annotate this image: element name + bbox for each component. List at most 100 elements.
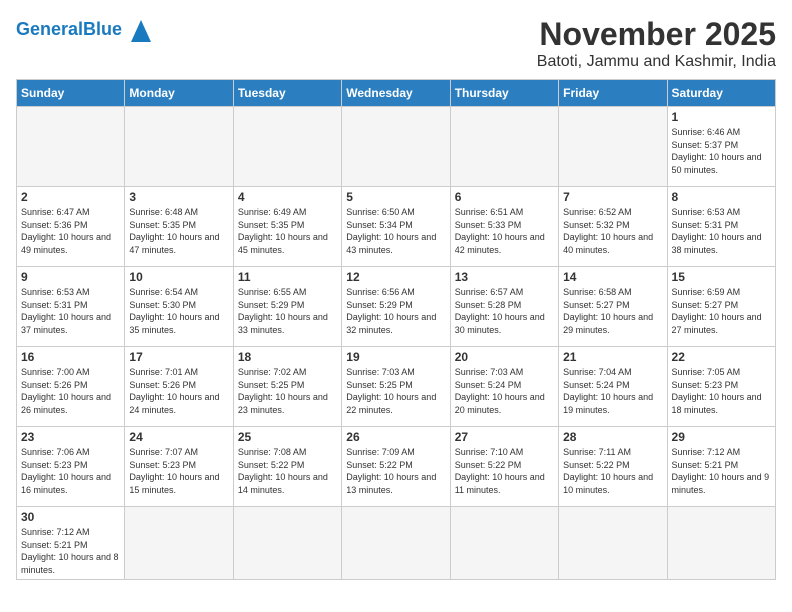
- day-info: Sunrise: 7:05 AM Sunset: 5:23 PM Dayligh…: [672, 366, 771, 416]
- day-info: Sunrise: 6:48 AM Sunset: 5:35 PM Dayligh…: [129, 206, 228, 256]
- day-number: 2: [21, 190, 120, 204]
- day-number: 3: [129, 190, 228, 204]
- logo-general: General: [16, 19, 83, 39]
- calendar-day-cell: [233, 107, 341, 187]
- logo-icon: [126, 16, 156, 42]
- day-number: 1: [672, 110, 771, 124]
- calendar-day-cell: [559, 107, 667, 187]
- day-info: Sunrise: 6:54 AM Sunset: 5:30 PM Dayligh…: [129, 286, 228, 336]
- calendar-day-cell: 10 Sunrise: 6:54 AM Sunset: 5:30 PM Dayli…: [125, 267, 233, 347]
- calendar-day-cell: 27Sunrise: 7:10 AM Sunset: 5:22 PM Dayli…: [450, 427, 558, 507]
- day-number: 26: [346, 430, 445, 444]
- day-info: Sunrise: 6:59 AM Sunset: 5:27 PM Dayligh…: [672, 286, 771, 336]
- calendar-day-cell: 11Sunrise: 6:55 AM Sunset: 5:29 PM Dayli…: [233, 267, 341, 347]
- day-info: Sunrise: 6:53 AM Sunset: 5:31 PM Dayligh…: [672, 206, 771, 256]
- calendar-day-cell: 16Sunrise: 7:00 AM Sunset: 5:26 PM Dayli…: [17, 347, 125, 427]
- calendar-day-cell: 28 Sunrise: 7:11 AM Sunset: 5:22 PM Dayli…: [559, 427, 667, 507]
- weekday-header-friday: Friday: [559, 80, 667, 107]
- day-info: Sunrise: 7:06 AM Sunset: 5:23 PM Dayligh…: [21, 446, 120, 496]
- calendar-day-cell: [450, 107, 558, 187]
- day-info: Sunrise: 7:02 AM Sunset: 5:25 PM Dayligh…: [238, 366, 337, 416]
- day-info: Sunrise: 7:03 AM Sunset: 5:24 PM Dayligh…: [455, 366, 554, 416]
- calendar-day-cell: 9 Sunrise: 6:53 AM Sunset: 5:31 PM Daylig…: [17, 267, 125, 347]
- day-info: Sunrise: 6:47 AM Sunset: 5:36 PM Dayligh…: [21, 206, 120, 256]
- day-number: 15: [672, 270, 771, 284]
- calendar-day-cell: 8 Sunrise: 6:53 AM Sunset: 5:31 PM Daylig…: [667, 187, 775, 267]
- day-number: 25: [238, 430, 337, 444]
- day-number: 23: [21, 430, 120, 444]
- day-number: 30: [21, 510, 120, 524]
- calendar-day-cell: [667, 507, 775, 580]
- calendar-day-cell: [342, 107, 450, 187]
- day-number: 6: [455, 190, 554, 204]
- calendar-day-cell: 21 Sunrise: 7:04 AM Sunset: 5:24 PM Dayli…: [559, 347, 667, 427]
- day-info: Sunrise: 7:09 AM Sunset: 5:22 PM Dayligh…: [346, 446, 445, 496]
- day-info: Sunrise: 7:01 AM Sunset: 5:26 PM Dayligh…: [129, 366, 228, 416]
- day-number: 19: [346, 350, 445, 364]
- day-info: Sunrise: 6:50 AM Sunset: 5:34 PM Dayligh…: [346, 206, 445, 256]
- day-info: Sunrise: 6:49 AM Sunset: 5:35 PM Dayligh…: [238, 206, 337, 256]
- day-info: Sunrise: 7:04 AM Sunset: 5:24 PM Dayligh…: [563, 366, 662, 416]
- day-number: 28: [563, 430, 662, 444]
- calendar-day-cell: 4Sunrise: 6:49 AM Sunset: 5:35 PM Daylig…: [233, 187, 341, 267]
- day-number: 11: [238, 270, 337, 284]
- calendar-table: SundayMondayTuesdayWednesdayThursdayFrid…: [16, 79, 776, 580]
- calendar-week-row: 30 Sunrise: 7:12 AM Sunset: 5:21 PM Dayli…: [17, 507, 776, 580]
- calendar-day-cell: 19Sunrise: 7:03 AM Sunset: 5:25 PM Dayli…: [342, 347, 450, 427]
- day-info: Sunrise: 7:12 AM Sunset: 5:21 PM Dayligh…: [672, 446, 771, 496]
- weekday-header-row: SundayMondayTuesdayWednesdayThursdayFrid…: [17, 80, 776, 107]
- weekday-header-monday: Monday: [125, 80, 233, 107]
- calendar-day-cell: [559, 507, 667, 580]
- calendar-day-cell: [125, 107, 233, 187]
- calendar-day-cell: 29 Sunrise: 7:12 AM Sunset: 5:21 PM Dayli…: [667, 427, 775, 507]
- weekday-header-saturday: Saturday: [667, 80, 775, 107]
- location-title: Batoti, Jammu and Kashmir, India: [537, 53, 776, 71]
- day-number: 20: [455, 350, 554, 364]
- day-info: Sunrise: 6:57 AM Sunset: 5:28 PM Dayligh…: [455, 286, 554, 336]
- day-number: 10: [129, 270, 228, 284]
- day-info: Sunrise: 7:10 AM Sunset: 5:22 PM Dayligh…: [455, 446, 554, 496]
- day-number: 24: [129, 430, 228, 444]
- calendar-day-cell: 14Sunrise: 6:58 AM Sunset: 5:27 PM Dayli…: [559, 267, 667, 347]
- weekday-header-wednesday: Wednesday: [342, 80, 450, 107]
- day-info: Sunrise: 6:51 AM Sunset: 5:33 PM Dayligh…: [455, 206, 554, 256]
- calendar-day-cell: 23 Sunrise: 7:06 AM Sunset: 5:23 PM Dayli…: [17, 427, 125, 507]
- day-number: 9: [21, 270, 120, 284]
- day-number: 21: [563, 350, 662, 364]
- day-info: Sunrise: 7:00 AM Sunset: 5:26 PM Dayligh…: [21, 366, 120, 416]
- day-number: 8: [672, 190, 771, 204]
- month-title: November 2025: [537, 16, 776, 53]
- day-info: Sunrise: 6:46 AM Sunset: 5:37 PM Dayligh…: [672, 126, 771, 176]
- day-number: 7: [563, 190, 662, 204]
- calendar-day-cell: 3 Sunrise: 6:48 AM Sunset: 5:35 PM Daylig…: [125, 187, 233, 267]
- calendar-week-row: 16Sunrise: 7:00 AM Sunset: 5:26 PM Dayli…: [17, 347, 776, 427]
- day-number: 29: [672, 430, 771, 444]
- day-number: 22: [672, 350, 771, 364]
- day-info: Sunrise: 6:56 AM Sunset: 5:29 PM Dayligh…: [346, 286, 445, 336]
- calendar-day-cell: 26 Sunrise: 7:09 AM Sunset: 5:22 PM Dayli…: [342, 427, 450, 507]
- page-header: GeneralBlue November 2025 Batoti, Jammu …: [16, 16, 776, 71]
- calendar-day-cell: 12Sunrise: 6:56 AM Sunset: 5:29 PM Dayli…: [342, 267, 450, 347]
- calendar-week-row: 1 Sunrise: 6:46 AM Sunset: 5:37 PM Daylig…: [17, 107, 776, 187]
- logo: GeneralBlue: [16, 16, 156, 42]
- calendar-day-cell: 18 Sunrise: 7:02 AM Sunset: 5:25 PM Dayli…: [233, 347, 341, 427]
- day-number: 14: [563, 270, 662, 284]
- day-number: 17: [129, 350, 228, 364]
- day-number: 18: [238, 350, 337, 364]
- weekday-header-thursday: Thursday: [450, 80, 558, 107]
- logo-text: GeneralBlue: [16, 20, 122, 38]
- day-info: Sunrise: 6:53 AM Sunset: 5:31 PM Dayligh…: [21, 286, 120, 336]
- calendar-day-cell: 6 Sunrise: 6:51 AM Sunset: 5:33 PM Daylig…: [450, 187, 558, 267]
- calendar-day-cell: 15 Sunrise: 6:59 AM Sunset: 5:27 PM Dayli…: [667, 267, 775, 347]
- day-info: Sunrise: 7:12 AM Sunset: 5:21 PM Dayligh…: [21, 526, 120, 576]
- calendar-week-row: 23 Sunrise: 7:06 AM Sunset: 5:23 PM Dayli…: [17, 427, 776, 507]
- calendar-day-cell: 22 Sunrise: 7:05 AM Sunset: 5:23 PM Dayli…: [667, 347, 775, 427]
- calendar-day-cell: 2 Sunrise: 6:47 AM Sunset: 5:36 PM Daylig…: [17, 187, 125, 267]
- day-info: Sunrise: 7:11 AM Sunset: 5:22 PM Dayligh…: [563, 446, 662, 496]
- calendar-day-cell: 30 Sunrise: 7:12 AM Sunset: 5:21 PM Dayli…: [17, 507, 125, 580]
- calendar-day-cell: 7 Sunrise: 6:52 AM Sunset: 5:32 PM Daylig…: [559, 187, 667, 267]
- calendar-day-cell: [125, 507, 233, 580]
- calendar-day-cell: 20 Sunrise: 7:03 AM Sunset: 5:24 PM Dayli…: [450, 347, 558, 427]
- calendar-day-cell: 17 Sunrise: 7:01 AM Sunset: 5:26 PM Dayli…: [125, 347, 233, 427]
- day-info: Sunrise: 6:52 AM Sunset: 5:32 PM Dayligh…: [563, 206, 662, 256]
